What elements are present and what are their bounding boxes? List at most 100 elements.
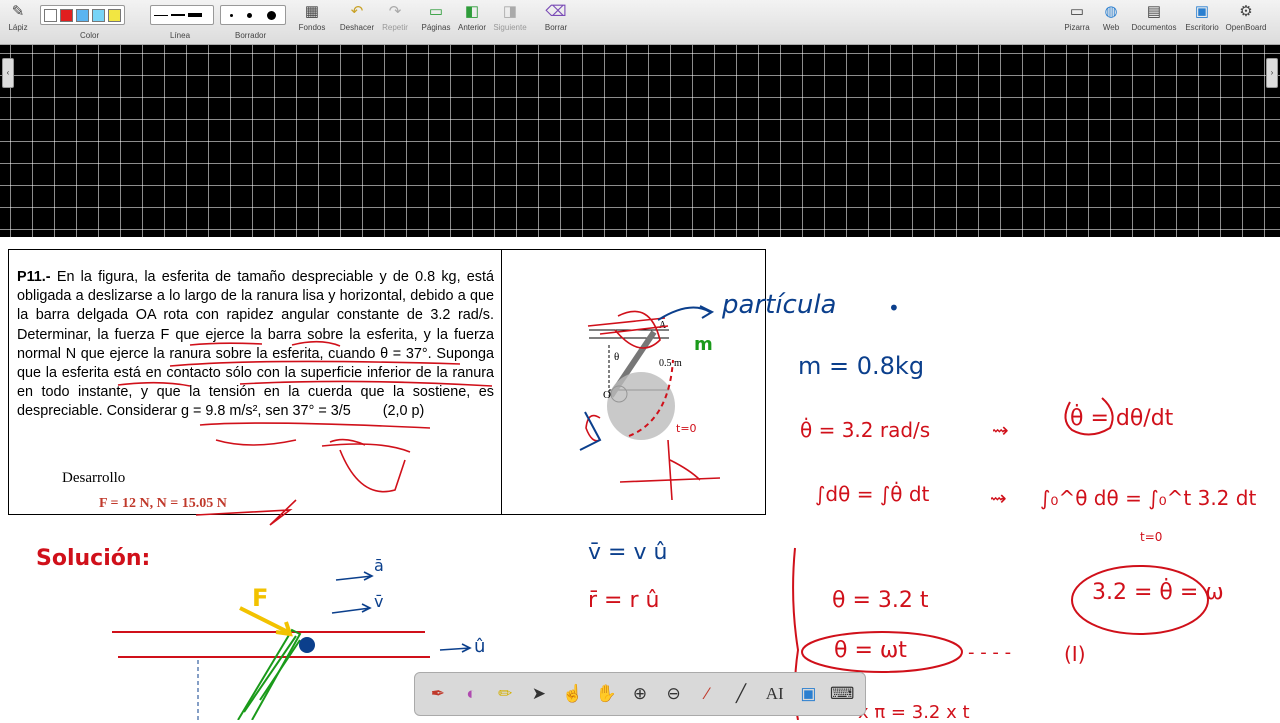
undo-button[interactable]: ↶ Deshacer bbox=[338, 3, 376, 32]
pointer-icon[interactable]: ➤ bbox=[526, 684, 552, 704]
web-label: Web bbox=[1102, 23, 1120, 32]
solution-heading: Solución: bbox=[36, 546, 151, 571]
problem-text: P11.- En la figura, la esferita de tamañ… bbox=[17, 268, 494, 422]
annotation-eq-number: (I) bbox=[1064, 642, 1086, 666]
fig-theta: θ bbox=[614, 351, 619, 363]
keyboard-icon[interactable]: ⌨ bbox=[829, 684, 855, 704]
color-yellow-swatch[interactable] bbox=[108, 8, 121, 22]
board-label: Pizarra bbox=[1064, 23, 1090, 32]
pencil-label: Lápiz bbox=[8, 23, 28, 32]
medium-eraser-option[interactable] bbox=[247, 12, 253, 18]
web-button[interactable]: ◍ Web bbox=[1098, 3, 1124, 32]
problem-body: En la figura, la esferita de tamaño desp… bbox=[17, 269, 494, 420]
floating-tool-palette: ✒ ◐ ✏ ➤ ☝ ✋ ⊕ ⊖ ⁄ ╱ AI ▣ ⌨ bbox=[414, 672, 866, 716]
annotation-velocity: v̄ = v û bbox=[588, 540, 668, 565]
pipette-icon[interactable]: ⁄ bbox=[694, 684, 720, 704]
medium-line-option[interactable] bbox=[171, 14, 185, 16]
annotation-particula: partícula bbox=[722, 290, 837, 320]
annotation-m: m bbox=[694, 334, 713, 355]
laser-icon[interactable]: ☝ bbox=[560, 684, 586, 704]
line-icon[interactable]: ╱ bbox=[728, 684, 754, 704]
main-toolbar: ✎ Lápiz Color Línea Borrador ▦ Fondos ↶ … bbox=[0, 0, 1280, 45]
problem-points: (2,0 p) bbox=[382, 403, 425, 420]
annotation-v-vector: v̄ bbox=[374, 592, 384, 611]
annotation-arrow-1: ⇝ bbox=[992, 418, 1009, 442]
fig-origin: O bbox=[603, 389, 611, 401]
pages-button[interactable]: ▭ Páginas bbox=[420, 3, 452, 32]
annotation-a-vector: ā bbox=[374, 556, 384, 575]
zoom-in-icon[interactable]: ⊕ bbox=[627, 684, 653, 704]
hand-icon[interactable]: ✋ bbox=[593, 684, 619, 704]
documents-label: Documentos bbox=[1131, 23, 1177, 32]
documents-button[interactable]: ▤ Documentos bbox=[1130, 3, 1178, 32]
redo-button[interactable]: ↷ Repetir bbox=[380, 3, 410, 32]
problem-id: P11.- bbox=[17, 269, 51, 285]
folder-icon: ▤ bbox=[1146, 3, 1162, 20]
answer-text: F = 12 N, N = 15.05 N bbox=[99, 496, 227, 511]
problem-statement-box: P11.- En la figura, la esferita de tamañ… bbox=[8, 249, 766, 515]
marker-icon[interactable]: ✏ bbox=[492, 684, 518, 704]
annotation-position: r̄ = r û bbox=[588, 588, 660, 613]
color-cyan-swatch[interactable] bbox=[92, 8, 105, 22]
pencil-icon: ✎ bbox=[11, 3, 25, 20]
next-button[interactable]: ◨ Siguiente bbox=[492, 3, 528, 32]
annotation-arrow-2: ⇝ bbox=[990, 486, 1007, 510]
clear-button[interactable]: ⌫ Borrar bbox=[542, 3, 570, 32]
eraser-icon[interactable]: ◐ bbox=[459, 684, 485, 704]
previous-icon: ◧ bbox=[464, 3, 480, 20]
annotation-force-f: F bbox=[252, 584, 269, 612]
right-panel-handle[interactable]: › bbox=[1266, 58, 1278, 88]
line-width-picker[interactable] bbox=[150, 5, 214, 25]
backgrounds-label: Fondos bbox=[298, 23, 326, 32]
zoom-out-icon[interactable]: ⊖ bbox=[661, 684, 687, 704]
previous-button[interactable]: ◧ Anterior bbox=[456, 3, 488, 32]
settings-icon: ⚙ bbox=[1239, 3, 1253, 20]
backgrounds-button[interactable]: ▦ Fondos bbox=[296, 3, 328, 32]
annotation-wt-eq: θ = ωt bbox=[834, 638, 907, 663]
small-eraser-option[interactable] bbox=[229, 13, 233, 17]
board-icon: ▭ bbox=[1069, 3, 1085, 20]
annotation-u-vector: û bbox=[474, 636, 486, 657]
problem-figure: A θ O 0.5 m bbox=[589, 320, 682, 440]
color-white-swatch[interactable] bbox=[44, 8, 57, 22]
thick-line-option[interactable] bbox=[188, 13, 202, 17]
thin-line-option[interactable] bbox=[154, 14, 168, 16]
left-panel-handle[interactable]: ‹ bbox=[2, 58, 14, 88]
fig-point-a: A bbox=[659, 320, 667, 331]
annotation-dot: • bbox=[888, 296, 900, 320]
annotation-dashes: - - - - bbox=[968, 642, 1012, 663]
problem-divider bbox=[501, 250, 502, 514]
color-blue-swatch[interactable] bbox=[76, 8, 89, 22]
clear-icon: ⌫ bbox=[545, 3, 567, 20]
fig-length: 0.5 m bbox=[659, 358, 682, 369]
board-button[interactable]: ▭ Pizarra bbox=[1064, 3, 1090, 32]
redo-icon: ↷ bbox=[388, 3, 402, 20]
globe-icon: ◍ bbox=[1104, 3, 1118, 20]
text-icon[interactable]: AI bbox=[762, 684, 788, 704]
annotation-mass: m = 0.8kg bbox=[798, 352, 925, 380]
redo-label: Repetir bbox=[382, 23, 408, 32]
color-red-swatch[interactable] bbox=[60, 8, 73, 22]
large-eraser-option[interactable] bbox=[267, 10, 277, 20]
annotation-integral: ∫dθ = ∫θ̇ dt bbox=[815, 482, 930, 506]
next-icon: ◨ bbox=[502, 3, 518, 20]
color-picker[interactable] bbox=[40, 5, 125, 25]
previous-label: Anterior bbox=[457, 23, 486, 32]
grid-board-area[interactable] bbox=[0, 45, 1280, 237]
pen-icon[interactable]: ✒ bbox=[425, 684, 451, 704]
desktop-button[interactable]: ▣ Escritorio bbox=[1184, 3, 1220, 32]
development-label: Desarrollo bbox=[62, 470, 126, 486]
annotation-t0: t=0 bbox=[1140, 530, 1163, 544]
next-label: Siguiente bbox=[493, 23, 527, 32]
openboard-button[interactable]: ⚙ OpenBoard bbox=[1224, 3, 1268, 32]
capture-icon[interactable]: ▣ bbox=[795, 684, 821, 704]
annotation-theta-dot-def: θ̇ = dθ/dt bbox=[1070, 406, 1174, 431]
line-label: Línea bbox=[170, 31, 191, 40]
undo-icon: ↶ bbox=[350, 3, 364, 20]
clear-label: Borrar bbox=[544, 23, 568, 32]
eraser-size-picker[interactable] bbox=[220, 5, 286, 25]
desktop-label: Escritorio bbox=[1185, 23, 1219, 32]
annotation-omega-eq: 3.2 = θ̇ = ω bbox=[1092, 580, 1224, 605]
annotation-t0-fig: t=0 bbox=[676, 422, 697, 435]
pencil-tool[interactable]: ✎ Lápiz bbox=[6, 3, 30, 32]
